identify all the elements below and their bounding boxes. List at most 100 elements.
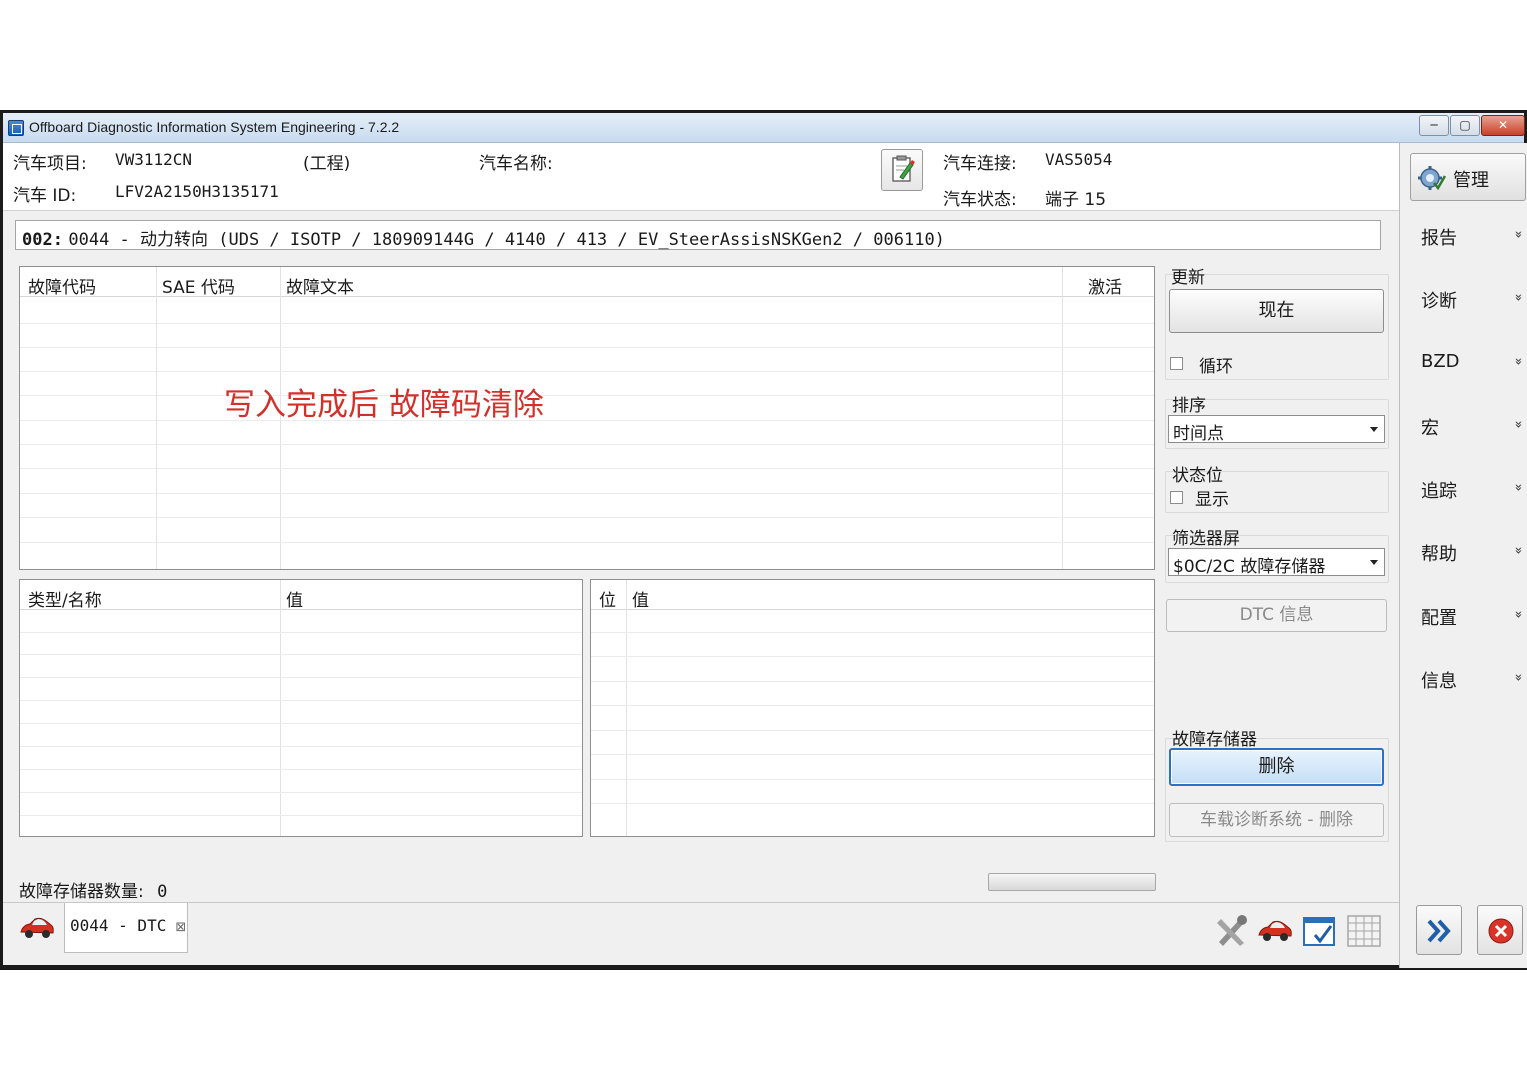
vehicle-name-label: 汽车名称: (479, 154, 553, 174)
sidebar-item-label: 追踪 (1421, 481, 1457, 502)
minimize-button[interactable]: ─ (1419, 115, 1449, 136)
column-header[interactable]: 激活 (1088, 273, 1122, 298)
project-label: 汽车项目: (13, 154, 87, 174)
checklist-icon[interactable] (1301, 911, 1339, 949)
project-value: VW3112CN (115, 150, 193, 169)
status-label: 汽车状态: (943, 190, 1017, 210)
gear-icon (1418, 166, 1447, 191)
chevron-down-icon: » (1510, 293, 1526, 302)
fault-memory-label: 故障存储器 (1172, 730, 1257, 750)
window-title: Offboard Diagnostic Information System E… (29, 119, 400, 135)
connection-label: 汽车连接: (943, 154, 1017, 174)
chevron-down-icon: » (1510, 357, 1526, 366)
manage-button-label: 管理 (1453, 170, 1489, 191)
bits-table-header: 位 值 (591, 580, 1154, 611)
vehicle-id-value: LFV2A2150H3135171 (115, 182, 279, 201)
column-header[interactable]: 值 (632, 586, 649, 611)
project-note: (工程) (303, 154, 351, 174)
ecu-address: 002: (22, 230, 63, 250)
sidebar-item-bzd[interactable]: BZD » (1408, 349, 1526, 377)
grid-icon[interactable] (1345, 911, 1383, 949)
dropdown-arrow-icon (1370, 427, 1378, 432)
show-checkbox[interactable] (1170, 491, 1183, 504)
filter-select[interactable]: $0C/2C 故障存储器 (1168, 548, 1385, 576)
column-header[interactable]: 位 (599, 586, 616, 611)
chevron-down-icon: » (1510, 546, 1526, 555)
connection-value: VAS5054 (1045, 150, 1113, 169)
car-icon[interactable] (19, 914, 55, 942)
chevron-down-icon: » (1510, 610, 1526, 619)
tab-close-icon[interactable]: ⊠ (175, 920, 186, 935)
vehicle-header: 汽车项目: VW3112CN (工程) 汽车名称: 汽车 ID: LFV2A21… (3, 143, 1399, 211)
sidebar-item-help[interactable]: 帮助 » (1408, 538, 1526, 566)
chevron-down-icon: » (1510, 483, 1526, 492)
edit-note-icon (892, 155, 915, 182)
close-window-button[interactable]: ✕ (1481, 115, 1525, 136)
column-header[interactable]: 故障文本 (286, 273, 354, 298)
close-icon (1488, 918, 1514, 944)
fault-count-label: 故障存储器数量: (19, 882, 144, 902)
column-header[interactable]: 值 (286, 586, 303, 611)
maximize-button[interactable]: ▢ (1450, 115, 1480, 136)
environment-data-table[interactable]: 类型/名称 值 (19, 579, 583, 837)
sidebar-item-label: 信息 (1421, 671, 1457, 692)
sort-select[interactable]: 时间点 (1168, 415, 1385, 443)
sidebar-item-label: 配置 (1421, 608, 1457, 629)
filter-label: 筛选器屏 (1172, 529, 1240, 549)
sidebar-item-config[interactable]: 配置 » (1408, 602, 1526, 630)
dtc-table[interactable]: 故障代码 SAE 代码 故障文本 激活 写入完成后 故障码清除 (19, 266, 1155, 570)
sidebar-item-label: 宏 (1421, 418, 1439, 439)
sidebar-item-trace[interactable]: 追踪 » (1408, 475, 1526, 503)
tools-icon[interactable] (1213, 911, 1251, 949)
sidebar-item-macro[interactable]: 宏 » (1408, 412, 1526, 440)
obd-delete-button[interactable]: 车载诊断系统 - 删除 (1169, 803, 1384, 837)
double-chevron-right-icon (1427, 919, 1451, 943)
car-icon[interactable] (1256, 911, 1294, 949)
sidebar-item-report[interactable]: 报告 » (1408, 222, 1526, 250)
car-icon (20, 917, 54, 938)
dropdown-arrow-icon (1370, 560, 1378, 565)
show-label: 显示 (1195, 490, 1229, 510)
loop-label: 循环 (1199, 357, 1233, 377)
sidebar-item-info[interactable]: 信息 » (1408, 665, 1526, 693)
chevron-down-icon: » (1510, 673, 1526, 682)
vehicle-id-label: 汽车 ID: (13, 186, 77, 206)
sidebar-item-label: 帮助 (1421, 544, 1457, 565)
loop-checkbox[interactable] (1170, 357, 1183, 370)
app-icon (8, 120, 24, 136)
sidebar-item-label: 诊断 (1421, 291, 1457, 312)
ecu-description: 0044 - 动力转向 (UDS / ISOTP / 180909144G / … (68, 230, 945, 250)
tab-dtc[interactable]: 0044 - DTC ⊠ (64, 903, 188, 953)
progress-bar (988, 873, 1156, 891)
column-header[interactable]: SAE 代码 (162, 273, 235, 298)
tab-dtc-label: 0044 - DTC (70, 916, 167, 935)
sidebar-item-label: 报告 (1421, 228, 1457, 249)
edit-note-button[interactable] (881, 149, 923, 191)
fault-count: 故障存储器数量: 0 (19, 877, 167, 902)
chevron-down-icon: » (1510, 230, 1526, 239)
manage-button[interactable]: 管理 (1410, 153, 1526, 201)
update-label: 更新 (1171, 268, 1205, 288)
fault-count-value: 0 (157, 882, 168, 902)
delete-dtc-button[interactable]: 删除 (1169, 748, 1384, 786)
title-bar: Offboard Diagnostic Information System E… (3, 113, 1525, 143)
ecu-info-field: 002: 0044 - 动力转向 (UDS / ISOTP / 18090914… (15, 220, 1381, 250)
column-header[interactable]: 故障代码 (28, 273, 96, 298)
status-bits-table[interactable]: 位 值 (590, 579, 1155, 837)
overlay-annotation: 写入完成后 故障码清除 (224, 387, 544, 423)
status-value: 端子 15 (1045, 190, 1107, 210)
forward-button[interactable] (1416, 905, 1462, 955)
column-header[interactable]: 类型/名称 (28, 586, 102, 611)
chevron-down-icon: » (1510, 420, 1526, 429)
status-bits-label: 状态位 (1172, 466, 1223, 486)
environment-table-header: 类型/名称 值 (20, 580, 582, 611)
exit-button[interactable] (1477, 905, 1523, 955)
sidebar: 管理 报告 » 诊断 » BZD » 宏 » 追踪 » 帮助 » 配置 » 信息… (1399, 143, 1527, 968)
sort-label: 排序 (1172, 396, 1206, 416)
bottom-bar: 0044 - DTC ⊠ (3, 902, 1399, 964)
sidebar-item-diagnosis[interactable]: 诊断 » (1408, 285, 1526, 313)
refresh-now-button[interactable]: 现在 (1169, 289, 1384, 333)
sort-select-value: 时间点 (1173, 424, 1224, 443)
dtc-info-button[interactable]: DTC 信息 (1166, 599, 1387, 632)
filter-select-value: $0C/2C 故障存储器 (1173, 557, 1326, 576)
